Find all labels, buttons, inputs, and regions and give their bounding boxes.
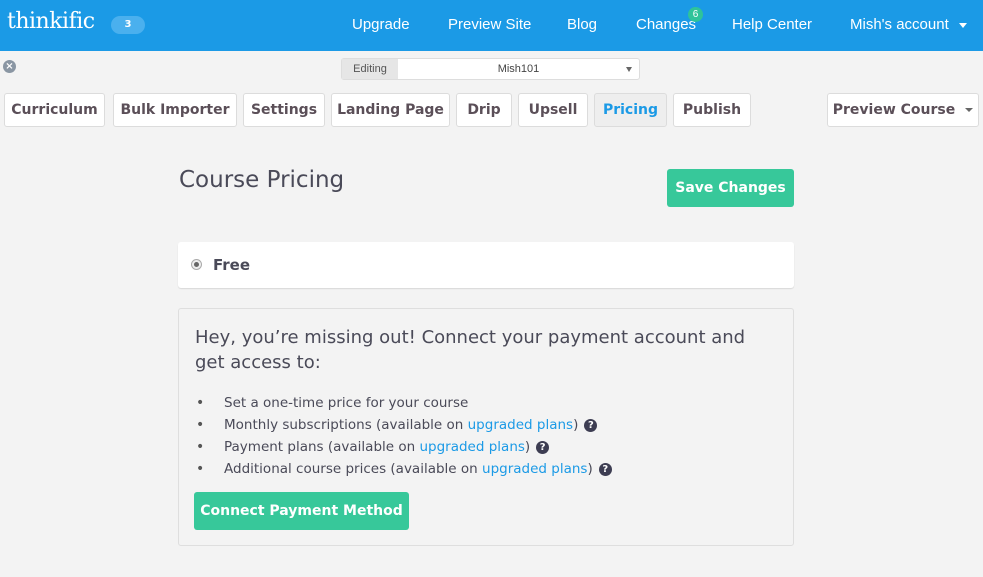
upgraded-plans-link[interactable]: upgraded plans <box>482 461 587 477</box>
account-menu-label: Mish's account <box>850 16 949 33</box>
bullet: • <box>196 395 205 411</box>
upsell-heading: Hey, you’re missing out! Connect your pa… <box>195 327 746 373</box>
nav-changes[interactable]: Changes <box>636 16 696 33</box>
account-menu[interactable]: Mish's account <box>850 16 967 33</box>
feature-text: Monthly subscriptions (available on <box>224 417 468 433</box>
payment-upsell-panel: Hey, you’re missing out! Connect your pa… <box>178 308 794 546</box>
nav-blog[interactable]: Blog <box>567 16 597 33</box>
bullet: • <box>196 439 205 455</box>
tab-pricing[interactable]: Pricing <box>594 93 667 127</box>
upgraded-plans-link[interactable]: upgraded plans <box>468 417 573 433</box>
editing-course-selector: Editing Mish101 <box>341 58 640 80</box>
feature-text: Set a one-time price for your course <box>224 395 469 411</box>
list-item: • Additional course prices (available on … <box>195 458 612 480</box>
tab-bulk-importer[interactable]: Bulk Importer <box>113 93 237 127</box>
notification-count-badge[interactable]: 3 <box>111 16 145 34</box>
feature-suffix: ) <box>524 439 531 455</box>
editing-label: Editing <box>342 59 398 79</box>
list-item: • Monthly subscriptions (available on upg… <box>195 414 612 436</box>
free-radio[interactable] <box>191 259 202 270</box>
course-select-value: Mish101 <box>497 63 540 75</box>
thinkific-logo[interactable]: thinkific <box>7 9 95 34</box>
feature-text: Additional course prices (available on <box>224 461 483 477</box>
chevron-down-icon <box>958 22 967 28</box>
course-select[interactable]: Mish101 <box>398 59 639 79</box>
bullet: • <box>196 417 205 433</box>
chevron-down-icon <box>965 108 974 112</box>
tab-publish[interactable]: Publish <box>673 93 751 127</box>
tab-drip[interactable]: Drip <box>456 93 512 127</box>
close-icon[interactable]: × <box>3 60 16 73</box>
preview-course-button[interactable]: Preview Course <box>827 93 979 127</box>
list-item: • Set a one-time price for your course <box>195 392 612 414</box>
nav-preview-site[interactable]: Preview Site <box>448 16 531 33</box>
preview-course-label: Preview Course <box>832 102 956 118</box>
feature-suffix: ) <box>573 417 579 433</box>
top-navbar: thinkific 3 Upgrade Preview Site Blog Ch… <box>0 0 983 51</box>
tab-curriculum[interactable]: Curriculum <box>4 93 105 127</box>
help-icon[interactable]: ? <box>584 419 598 432</box>
free-label: Free <box>213 256 251 274</box>
tab-landing-page[interactable]: Landing Page <box>331 93 450 127</box>
nav-help-center[interactable]: Help Center <box>732 16 812 33</box>
changes-count-badge: 6 <box>688 7 703 22</box>
feature-suffix: ) <box>587 461 593 477</box>
page-title: Course Pricing <box>179 167 345 193</box>
chevron-down-icon <box>626 67 632 72</box>
upgraded-plans-link[interactable]: upgraded plans <box>419 439 524 455</box>
tab-upsell[interactable]: Upsell <box>518 93 588 127</box>
help-icon[interactable]: ? <box>598 463 612 476</box>
connect-payment-method-button[interactable]: Connect Payment Method <box>194 492 409 530</box>
tab-settings[interactable]: Settings <box>243 93 325 127</box>
free-pricing-option[interactable]: Free <box>178 242 794 288</box>
feature-list: • Set a one-time price for your course • M… <box>195 392 612 480</box>
help-icon[interactable]: ? <box>536 441 550 454</box>
feature-text: Payment plans (available on <box>224 439 420 455</box>
bullet: • <box>196 461 205 477</box>
save-changes-button[interactable]: Save Changes <box>667 169 794 207</box>
nav-upgrade[interactable]: Upgrade <box>352 16 410 33</box>
list-item: • Payment plans (available on upgraded pl… <box>195 436 612 458</box>
